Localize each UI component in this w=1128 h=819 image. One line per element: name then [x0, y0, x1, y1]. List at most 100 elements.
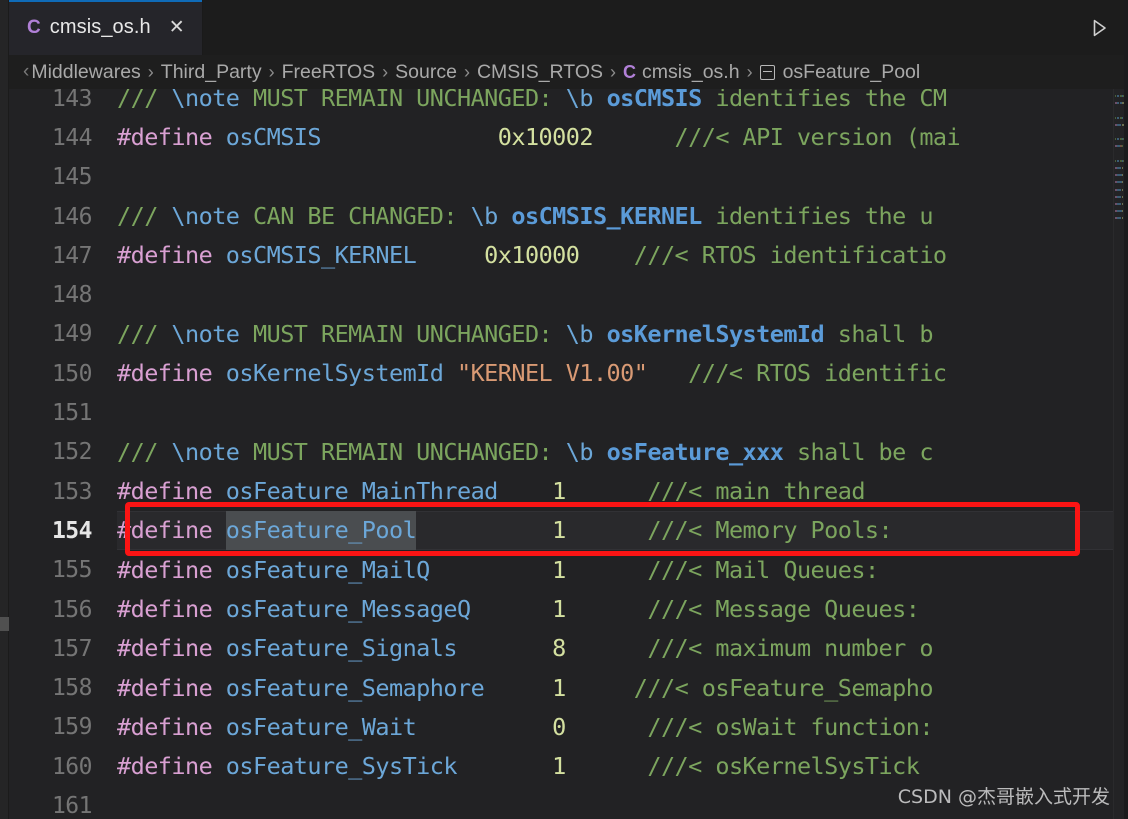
code-row[interactable]: 143 /// \note MUST REMAIN UNCHANGED: \b o… [9, 89, 1128, 118]
code-token: #define [117, 634, 226, 663]
code-token: #define [117, 555, 226, 584]
code-row[interactable]: 153 #define osFeature_MainThread 1 ///< m… [9, 472, 1128, 511]
code-token: osFeature_Signals [225, 634, 458, 663]
line-number: 156 [51, 596, 93, 623]
code-editor[interactable]: 143 /// \note MUST REMAIN UNCHANGED: \b o… [9, 89, 1128, 819]
code-token: 0x10002 [497, 123, 594, 152]
breadcrumb-item-source[interactable]: Source [395, 61, 457, 84]
tab-cmsis-os-h[interactable]: C cmsis_os.h ✕ [9, 0, 203, 55]
line-number: 146 [51, 203, 93, 230]
code-token: 1 [552, 477, 566, 506]
code-token: osFeature_MailQ [225, 555, 431, 584]
code-token: osFeature_xxx [606, 437, 784, 466]
line-number: 153 [51, 478, 93, 505]
code-token: 0 [552, 712, 566, 741]
code-token: osCMSIS_KERNEL [225, 241, 417, 270]
breadcrumb-item-middlewares[interactable]: Middlewares [31, 61, 140, 84]
code-row[interactable]: 150 #define osKernelSystemId "KERNEL V1.0… [9, 354, 1128, 393]
code-row[interactable]: 144 #define osCMSIS 0x10002 ///< API vers… [9, 118, 1128, 157]
code-text: #define osFeature_Signals 8 ///< maximum… [117, 629, 1128, 668]
code-row[interactable]: 151 [9, 393, 1128, 432]
code-row[interactable]: 158 #define osFeature_Semaphore 1 ///< os… [9, 668, 1128, 707]
code-text: #define osFeature_MailQ 1 ///< Mail Queu… [117, 551, 1128, 590]
code-row[interactable]: 156 #define osFeature_MessageQ 1 ///< Mes… [9, 590, 1128, 629]
code-token: ///< osWait function: [647, 712, 933, 741]
code-row[interactable]: 152 /// \note MUST REMAIN UNCHANGED: \b o… [9, 433, 1128, 472]
line-number: 147 [51, 242, 93, 269]
breadcrumb-label: CMSIS_RTOS [476, 60, 604, 83]
code-token: osCMSIS [225, 123, 322, 152]
code-token: ///< main thread [647, 477, 865, 506]
breadcrumb-separator: › [382, 61, 389, 82]
code-token: #define [117, 595, 226, 623]
breadcrumb-item-cmsis-rtos[interactable]: CMSIS_RTOS [477, 61, 603, 84]
code-text: #define osFeature_Semaphore 1 ///< osFea… [117, 669, 1128, 708]
editor-action-group [1082, 0, 1116, 55]
breadcrumb-separator: › [147, 61, 154, 82]
code-token: identifies the u [701, 202, 933, 231]
code-row[interactable]: 148 [9, 275, 1128, 314]
horizontal-scrollbar[interactable] [0, 617, 9, 631]
code-token: /// [117, 319, 172, 348]
code-text: #define osCMSIS 0x10002 ///< API version… [117, 118, 1128, 157]
play-triangle-icon[interactable] [1082, 11, 1116, 45]
code-token: \b [565, 89, 607, 113]
code-row[interactable]: 147 #define osCMSIS_KERNEL 0x10000 ///< R… [9, 236, 1128, 275]
minimap-line [1115, 138, 1116, 141]
line-number: 155 [51, 557, 93, 584]
code-token: MUST REMAIN UNCHANGED: [253, 89, 566, 113]
breadcrumb-separator: › [268, 61, 275, 82]
code-token: #define [117, 516, 226, 545]
code-row[interactable]: 154 #define osFeature_Pool 1 ///< Memory … [9, 511, 1128, 551]
code-token: ///< osKernelSysTick [647, 752, 933, 781]
code-token: osKernelSystemId [225, 359, 457, 388]
line-number: 161 [51, 792, 93, 819]
code-token: #define [117, 477, 226, 506]
code-token: #define [117, 712, 226, 741]
line-number: 150 [51, 360, 93, 387]
code-token: /// [117, 437, 172, 466]
c-file-icon: C [27, 17, 41, 38]
code-text: #define osFeature_SysTick 1 ///< osKerne… [117, 747, 1128, 786]
breadcrumb-separator: › [610, 61, 617, 82]
code-row[interactable]: 160 #define osFeature_SysTick 1 ///< osKe… [9, 747, 1128, 786]
code-text: /// \note MUST REMAIN UNCHANGED: \b osFe… [117, 433, 1128, 472]
code-token: identifies the CM [701, 89, 947, 113]
code-token: ///< osFeature_Semapho [633, 673, 934, 702]
code-row[interactable]: 155 #define osFeature_MailQ 1 ///< Mail Q… [9, 551, 1128, 590]
close-icon[interactable]: ✕ [166, 17, 188, 39]
line-number: 145 [51, 164, 93, 191]
line-number: 148 [51, 282, 93, 309]
code-lines: 143 /// \note MUST REMAIN UNCHANGED: \b o… [9, 89, 1128, 819]
code-text: #define osFeature_Wait 0 ///< osWait fun… [117, 708, 1128, 747]
breadcrumb-item-third-party[interactable]: Third_Party [161, 61, 262, 84]
code-row[interactable]: 146 /// \note CAN BE CHANGED: \b osCMSIS_… [9, 197, 1128, 236]
code-row[interactable]: 159 #define osFeature_Wait 0 ///< osWait … [9, 708, 1128, 747]
code-token: shall b [824, 319, 934, 348]
code-token: \b [565, 437, 607, 466]
code-token: 1 [552, 516, 566, 545]
line-number: 152 [51, 439, 93, 466]
code-text: /// \note MUST REMAIN UNCHANGED: \b osCM… [117, 89, 1128, 118]
code-row[interactable]: 145 [9, 158, 1128, 197]
code-token: ///< maximum number o [647, 634, 933, 663]
breadcrumb-item-cmsis-os-h[interactable]: C cmsis_os.h [623, 61, 740, 84]
breadcrumb-item-osfeature-pool[interactable]: osFeature_Pool [759, 61, 920, 84]
code-row[interactable]: 157 #define osFeature_Signals 8 ///< maxi… [9, 629, 1128, 668]
minimap-line [1115, 116, 1116, 119]
code-row[interactable]: 149 /// \note MUST REMAIN UNCHANGED: \b o… [9, 315, 1128, 354]
breadcrumb-item-freertos[interactable]: FreeRTOS [282, 61, 376, 84]
vscode-window: C cmsis_os.h ✕ ‹ Middlewares › Third_Par… [0, 0, 1128, 819]
